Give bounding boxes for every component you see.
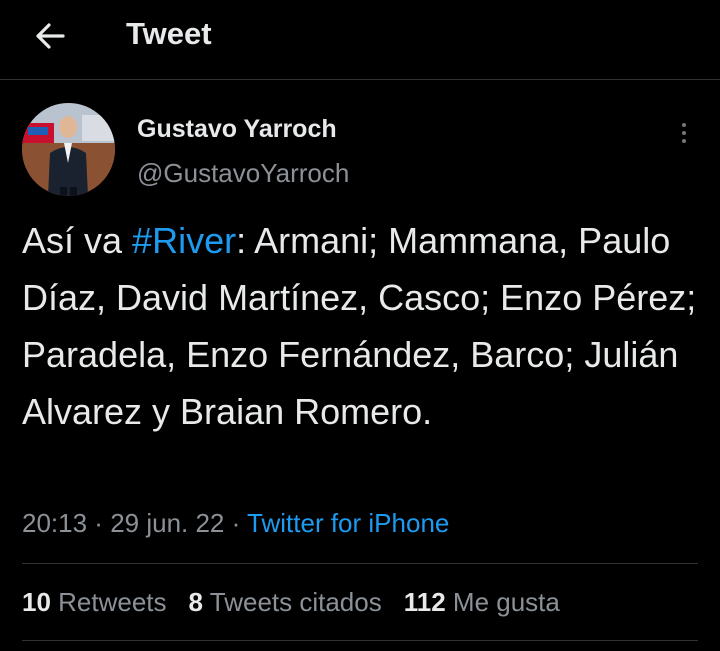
engagement-stats: 10 Retweets 8 Tweets citados 112 Me gust…	[22, 584, 560, 620]
tweet-source-link[interactable]: Twitter for iPhone	[247, 508, 449, 538]
meta-separator: ·	[224, 508, 248, 538]
retweets-label: Retweets	[50, 587, 167, 617]
retweets-stat[interactable]: 10 Retweets	[22, 584, 167, 620]
back-button[interactable]	[28, 16, 72, 56]
retweets-count: 10	[22, 587, 51, 617]
tweet-text: Así va #River: Armani; Mammana, Paulo Dí…	[22, 212, 702, 440]
quotes-count: 8	[188, 587, 203, 617]
quote-tweets-stat[interactable]: 8 Tweets citados	[189, 584, 382, 620]
likes-count: 112	[403, 587, 446, 617]
tweet-metadata: 20:13 · 29 jun. 22 · Twitter for iPhone	[22, 505, 449, 541]
tweet-time[interactable]: 20:13	[22, 508, 87, 538]
top-bar: Tweet	[0, 0, 720, 80]
meta-separator: ·	[87, 508, 111, 538]
divider	[22, 563, 698, 564]
author-handle[interactable]: @GustavoYarroch	[137, 156, 349, 190]
avatar[interactable]	[22, 103, 115, 196]
tweet-date[interactable]: 29 jun. 22	[110, 508, 224, 538]
likes-stat[interactable]: 112 Me gusta	[404, 584, 560, 620]
page-title: Tweet	[126, 16, 212, 51]
profile-photo	[22, 103, 115, 196]
author-name[interactable]: Gustavo Yarroch	[137, 113, 337, 145]
likes-label: Me gusta	[445, 587, 560, 617]
hashtag-link[interactable]: #River	[132, 220, 236, 261]
arrow-left-icon	[36, 23, 65, 49]
more-dot-icon	[682, 123, 686, 127]
divider	[22, 640, 698, 641]
more-options-button[interactable]	[672, 118, 696, 148]
tweet-text-intro: Así va	[22, 220, 133, 261]
more-dot-icon	[682, 131, 686, 135]
quotes-label: Tweets citados	[203, 587, 382, 617]
more-dot-icon	[682, 139, 686, 143]
